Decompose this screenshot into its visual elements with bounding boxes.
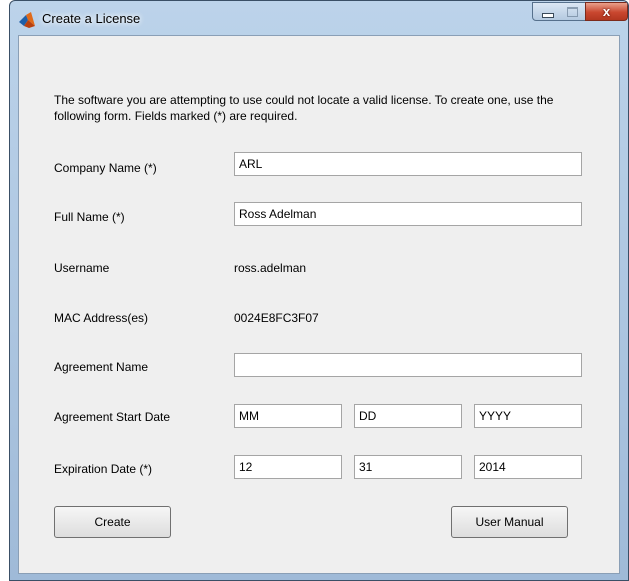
expiration-date-label: Expiration Date (*) [54,462,153,476]
agreement-name-field[interactable] [234,353,582,377]
expiration-month-field[interactable] [234,455,342,479]
agreement-start-year-field[interactable] [474,404,582,428]
mac-address-label: MAC Address(es) [54,311,149,325]
username-value: ross.adelman [234,261,307,275]
create-license-window: Create a License x The software you are … [9,0,629,581]
agreement-start-date-label: Agreement Start Date [54,410,171,424]
maximize-icon [567,7,578,17]
expiration-year-field[interactable] [474,455,582,479]
full-name-field[interactable] [234,202,582,226]
agreement-start-day-field[interactable] [354,404,462,428]
user-manual-button[interactable]: User Manual [451,506,568,538]
maximize-button[interactable] [559,2,586,21]
agreement-start-month-field[interactable] [234,404,342,428]
minimize-button[interactable] [532,2,560,21]
intro-text: The software you are attempting to use c… [54,93,554,123]
company-name-field[interactable] [234,152,582,176]
username-label: Username [54,261,110,275]
window-title: Create a License [42,11,141,26]
matlab-icon [19,12,35,28]
company-name-label: Company Name (*) [54,161,157,175]
minimize-icon [542,13,554,18]
license-form-panel: The software you are attempting to use c… [18,35,620,574]
create-button[interactable]: Create [54,506,171,538]
full-name-label: Full Name (*) [54,210,125,224]
title-bar[interactable]: Create a License x [10,1,628,37]
close-icon: x [602,4,611,19]
expiration-day-field[interactable] [354,455,462,479]
agreement-name-label: Agreement Name [54,360,149,374]
mac-address-value: 0024E8FC3F07 [234,311,319,325]
close-button[interactable]: x [585,2,628,21]
